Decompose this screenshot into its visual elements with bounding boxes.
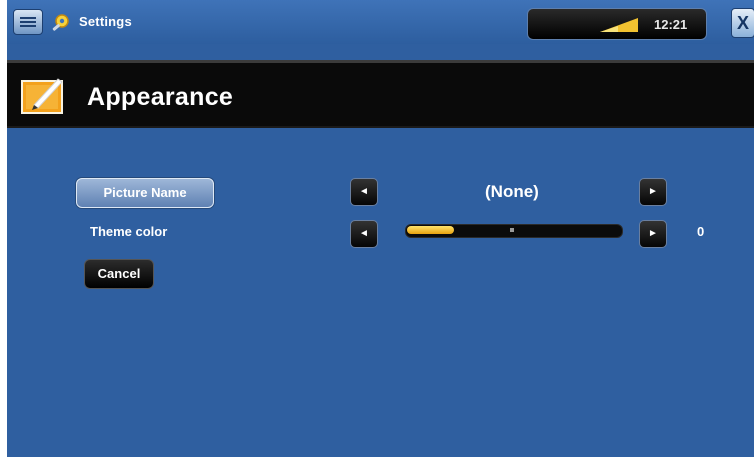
theme-next-arrow[interactable]: ► — [639, 220, 667, 248]
picture-prev-arrow[interactable]: ◄ — [350, 178, 378, 206]
theme-color-label: Theme color — [90, 224, 168, 239]
clock: 12:21 — [654, 17, 688, 32]
appearance-icon — [21, 78, 63, 114]
close-button[interactable]: X — [731, 8, 754, 38]
cancel-button[interactable]: Cancel — [84, 259, 154, 289]
theme-color-slider-fill — [407, 226, 454, 234]
device-screen: Settings 12:21 X Appearance Picture Name… — [7, 0, 754, 457]
top-bar: Settings 12:21 X — [7, 0, 754, 44]
page-header: Appearance — [7, 60, 754, 128]
menu-button[interactable] — [13, 9, 43, 35]
slider-midpoint-tick — [510, 228, 514, 232]
theme-prev-arrow[interactable]: ◄ — [350, 220, 378, 248]
settings-icon — [52, 14, 69, 31]
picture-next-arrow[interactable]: ► — [639, 178, 667, 206]
page-title: Appearance — [87, 83, 234, 111]
status-area: 12:21 — [527, 8, 707, 40]
picture-name-value: (None) — [485, 182, 539, 201]
theme-color-value: 0 — [697, 224, 705, 239]
picture-name-button[interactable]: Picture Name — [76, 178, 214, 208]
app-title: Settings — [79, 14, 132, 29]
battery-signal-icon — [600, 18, 638, 32]
theme-color-slider[interactable] — [405, 224, 623, 238]
